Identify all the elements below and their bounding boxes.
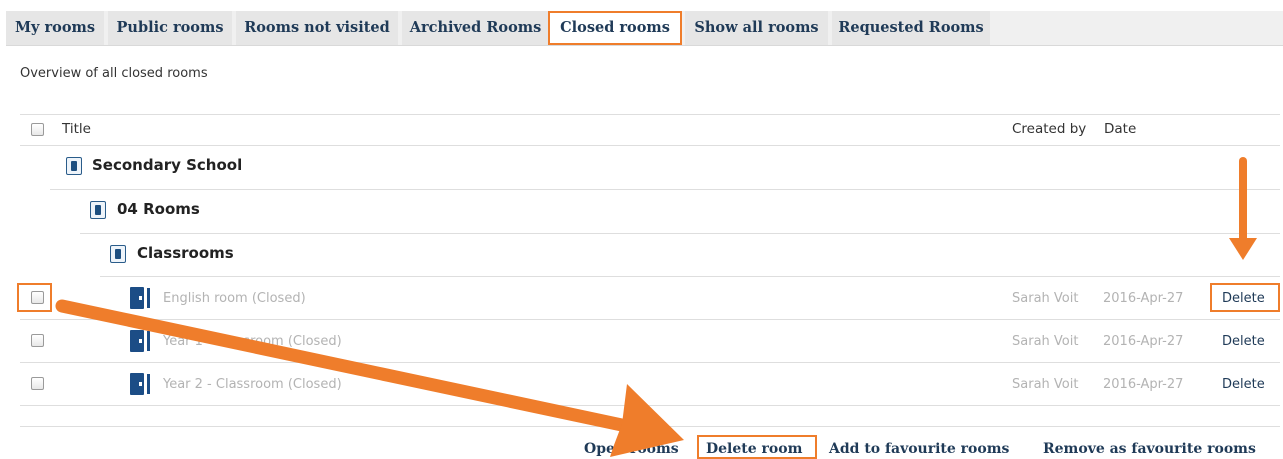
row-checkbox[interactable] bbox=[31, 377, 44, 390]
select-all-checkbox[interactable] bbox=[31, 123, 44, 136]
date: 2016-Apr-27 bbox=[1103, 377, 1184, 392]
folder-icon bbox=[110, 245, 126, 263]
tab-my-rooms[interactable]: My rooms bbox=[6, 11, 104, 45]
divider bbox=[20, 145, 1280, 146]
tab-show-all-rooms[interactable]: Show all rooms bbox=[685, 11, 828, 45]
column-date[interactable]: Date bbox=[1104, 121, 1136, 137]
column-title[interactable]: Title bbox=[62, 121, 91, 137]
remove-favourite-button[interactable]: Remove as favourite rooms bbox=[1043, 441, 1256, 457]
tab-requested-rooms[interactable]: Requested Rooms bbox=[832, 11, 990, 45]
room-title[interactable]: Year 1 - Classroom (Closed) bbox=[163, 334, 342, 349]
divider bbox=[20, 362, 1280, 363]
created-by: Sarah Voit bbox=[1012, 377, 1079, 392]
page-subtitle: Overview of all closed rooms bbox=[20, 66, 208, 81]
divider bbox=[20, 405, 1280, 406]
date: 2016-Apr-27 bbox=[1103, 334, 1184, 349]
row-checkbox[interactable] bbox=[31, 334, 44, 347]
diagonal-arrow bbox=[55, 299, 643, 435]
divider bbox=[100, 276, 1280, 277]
folder-icon bbox=[90, 201, 106, 219]
delete-link[interactable]: Delete bbox=[1222, 377, 1265, 392]
created-by: Sarah Voit bbox=[1012, 291, 1079, 306]
closed-room-icon bbox=[130, 330, 152, 352]
folder-04-rooms[interactable]: 04 Rooms bbox=[117, 200, 200, 218]
highlight-box bbox=[17, 283, 52, 312]
folder-icon bbox=[66, 157, 82, 175]
closed-room-icon bbox=[130, 373, 152, 395]
room-title[interactable]: Year 2 - Classroom (Closed) bbox=[163, 377, 342, 392]
divider bbox=[80, 233, 1280, 234]
divider bbox=[20, 114, 1280, 115]
open-rooms-button[interactable]: Open rooms bbox=[584, 441, 679, 457]
tab-rooms-not-visited[interactable]: Rooms not visited bbox=[236, 11, 398, 45]
folder-secondary-school[interactable]: Secondary School bbox=[92, 156, 242, 174]
highlight-box bbox=[697, 435, 817, 459]
tab-bar: My rooms Public rooms Rooms not visited … bbox=[6, 11, 1283, 46]
add-favourite-button[interactable]: Add to favourite rooms bbox=[829, 441, 1009, 457]
closed-room-icon bbox=[130, 287, 152, 309]
divider bbox=[20, 426, 1280, 427]
divider bbox=[20, 319, 1280, 320]
divider bbox=[50, 189, 1280, 190]
highlight-box bbox=[1210, 283, 1280, 312]
folder-classrooms[interactable]: Classrooms bbox=[137, 244, 234, 262]
created-by: Sarah Voit bbox=[1012, 334, 1079, 349]
tab-public-rooms[interactable]: Public rooms bbox=[108, 11, 232, 45]
tab-archived-rooms[interactable]: Archived Rooms bbox=[402, 11, 549, 45]
down-arrow-head bbox=[1229, 238, 1257, 260]
tab-closed-rooms[interactable]: Closed rooms bbox=[548, 11, 682, 45]
delete-link[interactable]: Delete bbox=[1222, 334, 1265, 349]
column-created-by[interactable]: Created by bbox=[1012, 121, 1086, 137]
room-title[interactable]: English room (Closed) bbox=[163, 291, 306, 306]
date: 2016-Apr-27 bbox=[1103, 291, 1184, 306]
